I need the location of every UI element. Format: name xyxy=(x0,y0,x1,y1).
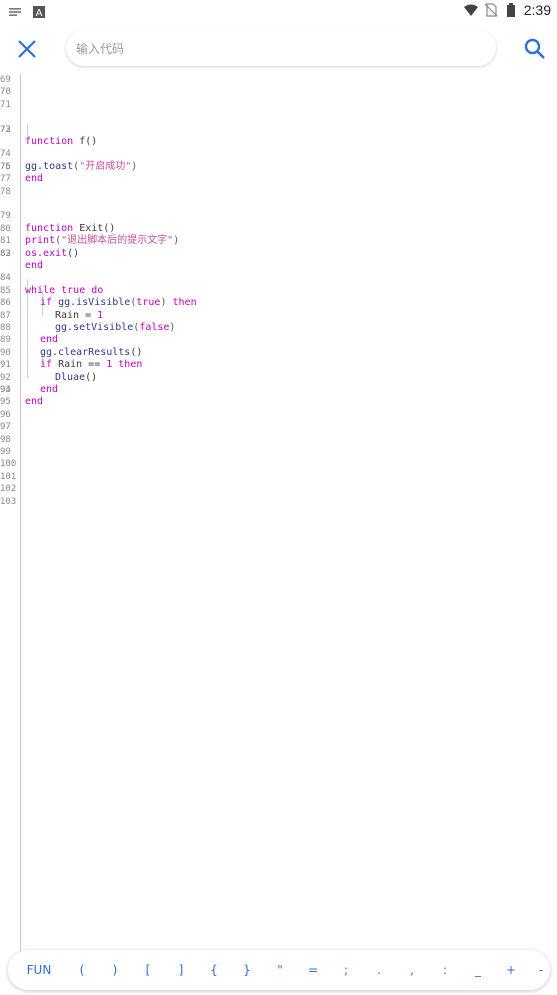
line-number: 83 xyxy=(0,248,11,259)
close-icon[interactable] xyxy=(14,36,40,62)
line-number: 71 xyxy=(0,99,11,110)
line-number: 102 xyxy=(0,484,17,495)
battery-icon xyxy=(506,3,515,17)
search-icon[interactable] xyxy=(522,36,548,62)
line-number: 99 xyxy=(0,447,11,457)
symbol-key-dot[interactable]: . xyxy=(369,950,389,990)
symbol-key-equals[interactable]: = xyxy=(303,950,323,990)
symbol-key-quote[interactable]: " xyxy=(270,950,290,990)
svg-text:A: A xyxy=(36,8,43,19)
line-number: 95 xyxy=(0,397,11,408)
symbol-key-open-paren[interactable]: ( xyxy=(72,950,92,990)
line-number: 98 xyxy=(0,434,11,445)
line-number: 78 xyxy=(0,186,11,197)
line-number: 100 xyxy=(0,459,17,470)
symbol-toolbar: FUN ( ) [ ] { } " = ; . , : _ + - xyxy=(8,950,550,990)
line-number: 101 xyxy=(0,471,17,482)
line-number: 96 xyxy=(0,409,11,420)
search-bar xyxy=(0,28,557,70)
search-input[interactable] xyxy=(74,30,488,68)
line-number: 76 xyxy=(0,161,11,172)
symbol-key-plus[interactable]: + xyxy=(501,950,521,990)
line-number: 103 xyxy=(0,496,17,507)
wifi-icon xyxy=(463,4,478,16)
symbol-key-close-brace[interactable]: } xyxy=(237,950,257,990)
symbol-key-semicolon[interactable]: ; xyxy=(336,950,356,990)
line-number: 69 xyxy=(0,75,11,85)
line-number: 94 xyxy=(0,385,11,395)
symbol-key-colon[interactable]: : xyxy=(435,950,455,990)
line-number: 73 xyxy=(0,124,11,135)
symbol-key-underscore[interactable]: _ xyxy=(468,950,488,990)
line-number: 97 xyxy=(0,422,11,433)
a-icon: A xyxy=(33,6,45,19)
no-sim-icon xyxy=(484,3,498,17)
symbol-key-close-bracket[interactable]: ] xyxy=(171,950,191,990)
symbol-key-fun[interactable]: FUN xyxy=(22,950,56,990)
symbol-key-close-paren[interactable]: ) xyxy=(105,950,125,990)
symbol-key-open-bracket[interactable]: [ xyxy=(138,950,158,990)
code-editor[interactable]: 69 70 71 72 function f() 73 74 gg.toast(… xyxy=(0,74,557,954)
line-number: 77 xyxy=(0,174,11,185)
symbol-key-comma[interactable]: , xyxy=(402,950,422,990)
notification-icon xyxy=(9,8,21,16)
symbol-key-open-brace[interactable]: { xyxy=(204,950,224,990)
status-bar: A 2:39 xyxy=(0,0,557,24)
search-box xyxy=(66,30,496,68)
clock: 2:39 xyxy=(523,2,551,18)
line-number: 70 xyxy=(0,87,11,98)
symbol-key-minus[interactable]: - xyxy=(534,950,548,990)
